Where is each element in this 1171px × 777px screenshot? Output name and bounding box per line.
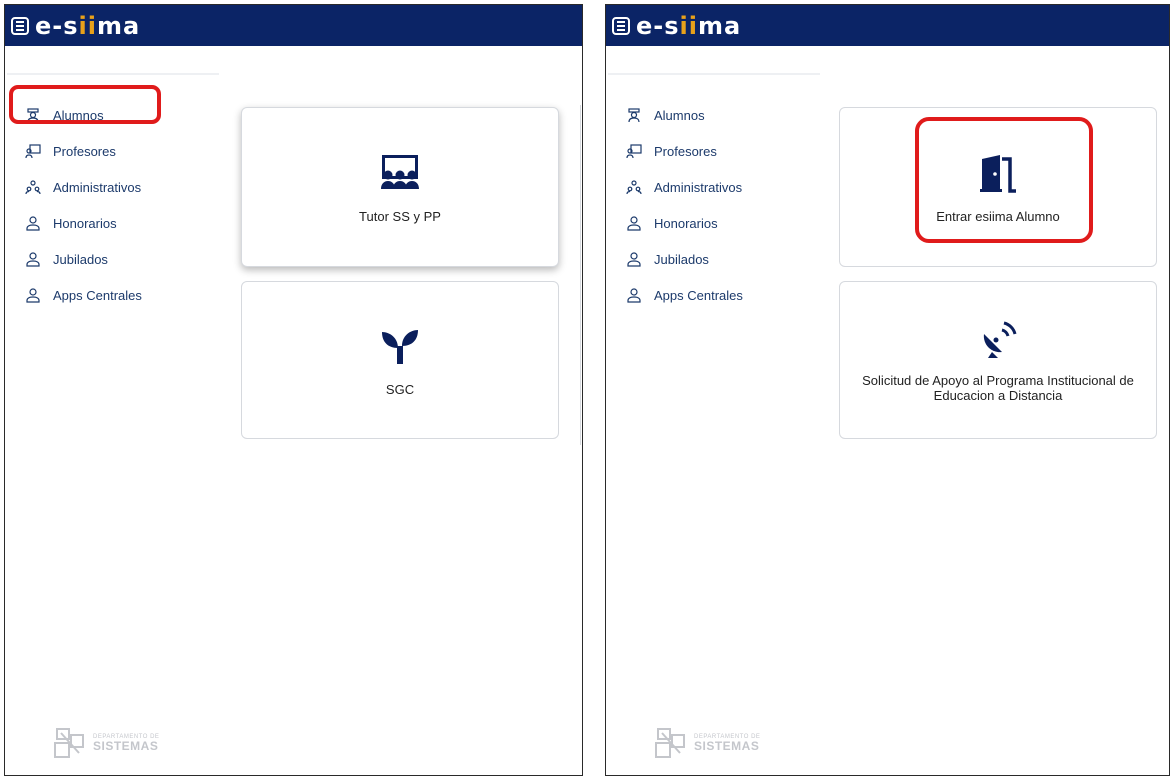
sidebar-item-honorarios[interactable]: Honorarios [626,205,743,241]
sidebar-item-label: Administrativos [654,179,743,195]
sidebar-item-profesores[interactable]: Profesores [626,133,743,169]
group-presentation-icon [378,151,422,195]
sidebar-item-label: Administrativos [53,179,142,195]
sidebar-item-label: Jubilados [654,251,709,267]
sidebar-item-label: Apps Centrales [654,287,743,303]
footer-logo: DEPARTAMENTO DE SISTEMAS [652,725,760,761]
footer-line2: SISTEMAS [93,739,159,753]
teacher-board-icon [25,143,41,159]
app-card-sgc[interactable]: SGC [241,281,559,439]
sidebar-item-alumnos[interactable]: Alumnos [626,97,743,133]
department-logo-icon [54,728,84,758]
highlight-entrar-esiima [915,117,1093,243]
teacher-board-icon [626,143,642,159]
card-label: Solicitud de Apoyo al Programa Instituci… [862,373,1134,403]
people-icon [25,179,41,195]
sprout-icon [378,324,422,368]
sidebar-nav: Alumnos Profesores Administrativos Honor… [25,97,142,313]
sidebar-divider [608,73,820,75]
sidebar-item-label: Profesores [654,143,717,159]
student-icon [626,107,642,123]
top-bar: e-s ii ma [5,5,582,46]
sidebar-item-jubilados[interactable]: Jubilados [25,241,142,277]
sidebar-item-honorarios[interactable]: Honorarios [25,205,142,241]
sidebar-item-label: Honorarios [654,215,718,231]
app-card-tutor[interactable]: Tutor SS y PP [241,107,559,267]
sidebar-item-administrativos[interactable]: Administrativos [25,169,142,205]
app-card-solicitud-apoyo[interactable]: Solicitud de Apoyo al Programa Instituci… [839,281,1157,439]
card-label: SGC [385,381,415,397]
card-label: Tutor SS y PP [359,208,441,224]
user-icon [626,287,642,303]
left-screenshot-panel: e-s ii ma Alumnos Profesores Administrativ… [4,4,583,776]
sidebar-divider [7,73,219,75]
user-icon [626,215,642,231]
right-screenshot-panel: e-s ii ma Alumnos Profesores Administrativ… [605,4,1170,776]
satellite-dish-icon [976,316,1020,360]
hamburger-icon[interactable] [612,16,630,35]
user-icon [25,251,41,267]
department-logo-icon [655,728,685,758]
sidebar-item-label: Alumnos [654,107,705,123]
scroll-track [580,105,581,445]
footer-logo: DEPARTAMENTO DE SISTEMAS [51,725,159,761]
sidebar-nav: Alumnos Profesores Administrativos Honor… [626,97,743,313]
app-logo[interactable]: e-s ii ma [35,12,140,40]
sidebar-item-label: Jubilados [53,251,108,267]
user-icon [626,251,642,267]
hamburger-icon[interactable] [11,16,29,35]
sidebar-item-administrativos[interactable]: Administrativos [626,169,743,205]
app-logo[interactable]: e-s ii ma [636,12,741,40]
sidebar-item-apps-centrales[interactable]: Apps Centrales [626,277,743,313]
sidebar-item-jubilados[interactable]: Jubilados [626,241,743,277]
sidebar-item-apps-centrales[interactable]: Apps Centrales [25,277,142,313]
sidebar-item-label: Apps Centrales [53,287,142,303]
user-icon [25,215,41,231]
sidebar-item-profesores[interactable]: Profesores [25,133,142,169]
highlight-alumnos [9,85,161,124]
footer-line2: SISTEMAS [694,739,760,753]
people-icon [626,179,642,195]
sidebar-item-label: Profesores [53,143,116,159]
top-bar: e-s ii ma [606,5,1169,46]
user-icon [25,287,41,303]
sidebar-item-label: Honorarios [53,215,117,231]
